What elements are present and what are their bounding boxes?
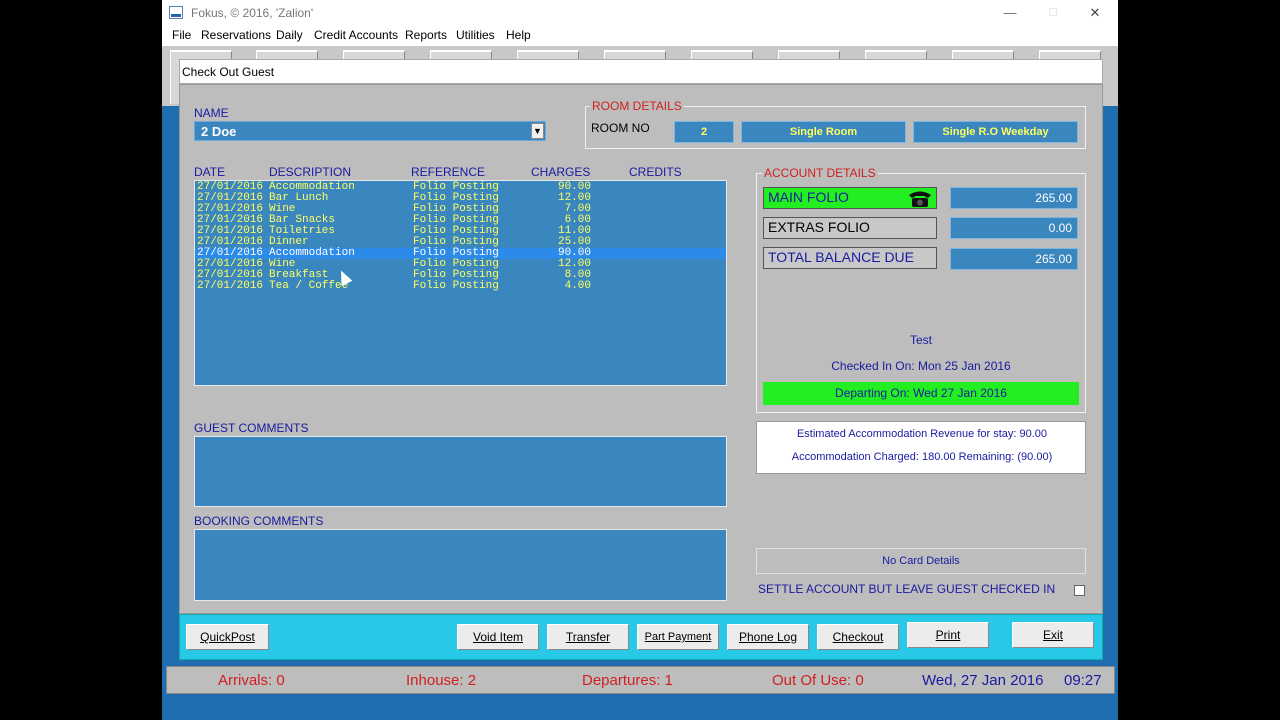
inhouse-count: Inhouse: 2 — [406, 672, 477, 689]
guest-name-select[interactable]: 2 Doe — [194, 121, 546, 141]
maximize-button[interactable]: ☐ — [1038, 4, 1068, 22]
room-rate-value: Single R.O Weekday — [913, 121, 1078, 143]
header-description: DESCRIPTION — [269, 165, 352, 179]
header-reference: REFERENCE — [411, 165, 486, 179]
room-type-value: Single Room — [741, 121, 906, 143]
account-details-group — [756, 173, 1086, 413]
room-no-label: ROOM NO — [591, 121, 650, 135]
name-label: NAME — [194, 106, 229, 120]
booking-comments-label: BOOKING COMMENTS — [194, 514, 324, 528]
dialog-title: Check Out Guest — [182, 65, 275, 79]
exit-button[interactable]: Exit — [1012, 622, 1094, 648]
title-bar: Fokus, © 2016, 'Zalion' — ☐ ✕ — [162, 0, 1118, 26]
arrivals-count: Arrivals: 0 — [218, 672, 285, 689]
checkout-button[interactable]: Checkout — [817, 624, 899, 650]
header-charges: CHARGES — [531, 165, 591, 179]
menu-utilities[interactable]: Utilities — [456, 28, 495, 42]
menu-help[interactable]: Help — [506, 28, 531, 42]
part-payment-button[interactable]: Part Payment — [637, 624, 719, 650]
guest-info-name: Test — [909, 333, 932, 347]
ledger-row[interactable]: 27/01/2016 Tea / Coffee Folio Posting 4.00 — [195, 281, 726, 292]
button-bar: QuickPost Void Item Transfer Part Paymen… — [179, 614, 1103, 660]
current-time: 09:27 — [1064, 672, 1102, 689]
total-balance-label: TOTAL BALANCE DUE — [768, 249, 915, 265]
guest-comments-label: GUEST COMMENTS — [194, 421, 309, 435]
estimate-box: Estimated Accommodation Revenue for stay… — [756, 421, 1086, 474]
menu-reservations[interactable]: Reservations — [201, 28, 271, 42]
estimate-line-1: Estimated Accommodation Revenue for stay… — [796, 428, 1048, 440]
menu-bar: File Reservations Daily Credit Accounts … — [162, 26, 1118, 46]
ledger-list[interactable]: 27/01/2016 Accommodation Folio Posting 90.0… — [194, 180, 727, 386]
room-no-value: 2 — [674, 121, 734, 143]
settle-account-checkbox[interactable] — [1074, 585, 1085, 596]
booking-comments-field[interactable] — [194, 529, 727, 601]
header-credits: CREDITS — [629, 165, 682, 179]
departing-date-badge: Departing On: Wed 27 Jan 2016 — [763, 382, 1079, 405]
extras-folio-label: EXTRAS FOLIO — [768, 219, 870, 235]
card-details-box: No Card Details — [756, 548, 1086, 574]
window-title: Fokus, © 2016, 'Zalion' — [191, 6, 314, 20]
transfer-button[interactable]: Transfer — [547, 624, 629, 650]
total-balance-box: TOTAL BALANCE DUE — [763, 247, 937, 269]
main-folio-value: 265.00 — [950, 187, 1078, 209]
header-date: DATE — [194, 165, 226, 179]
status-bar: Arrivals: 0 Inhouse: 2 Departures: 1 Out… — [166, 666, 1115, 694]
room-details-label: ROOM DETAILS — [590, 99, 684, 113]
menu-credit-accounts[interactable]: Credit Accounts — [314, 28, 398, 42]
main-folio-button[interactable]: MAIN FOLIO — [763, 187, 937, 209]
void-item-button[interactable]: Void Item — [457, 624, 539, 650]
print-button[interactable]: Print — [907, 622, 989, 648]
app-icon — [169, 6, 183, 19]
departures-count: Departures: 1 — [582, 672, 673, 689]
main-folio-label: MAIN FOLIO — [768, 189, 849, 205]
check-out-dialog: NAME 2 Doe ▼ ROOM DETAILS ROOM NO 2 Sing… — [179, 84, 1103, 614]
settle-account-label: SETTLE ACCOUNT BUT LEAVE GUEST CHECKED I… — [758, 582, 1056, 596]
extras-folio-value: 0.00 — [950, 217, 1078, 239]
current-date: Wed, 27 Jan 2016 — [922, 672, 1044, 689]
checked-in-date: Checked In On: Mon 25 Jan 2016 — [831, 359, 1011, 373]
guest-comments-field[interactable] — [194, 436, 727, 507]
estimate-line-2: Accommodation Charged: 180.00 Remaining:… — [791, 451, 1053, 463]
phone-log-button[interactable]: Phone Log — [727, 624, 809, 650]
total-balance-value: 265.00 — [950, 248, 1078, 270]
extras-folio-button[interactable]: EXTRAS FOLIO — [763, 217, 937, 239]
chevron-down-icon[interactable]: ▼ — [531, 123, 544, 139]
account-details-label: ACCOUNT DETAILS — [762, 166, 878, 180]
fokus-app-window: Fokus, © 2016, 'Zalion' — ☐ ✕ File Reser… — [162, 0, 1118, 720]
menu-file[interactable]: File — [172, 28, 191, 42]
out-of-use-count: Out Of Use: 0 — [772, 672, 864, 689]
minimize-button[interactable]: — — [995, 4, 1025, 22]
dialog-title-bar: Check Out Guest — [179, 59, 1103, 84]
close-button[interactable]: ✕ — [1080, 4, 1110, 22]
menu-daily[interactable]: Daily — [276, 28, 303, 42]
quickpost-button[interactable]: QuickPost — [186, 624, 269, 650]
telephone-icon — [909, 191, 931, 207]
menu-reports[interactable]: Reports — [405, 28, 447, 42]
